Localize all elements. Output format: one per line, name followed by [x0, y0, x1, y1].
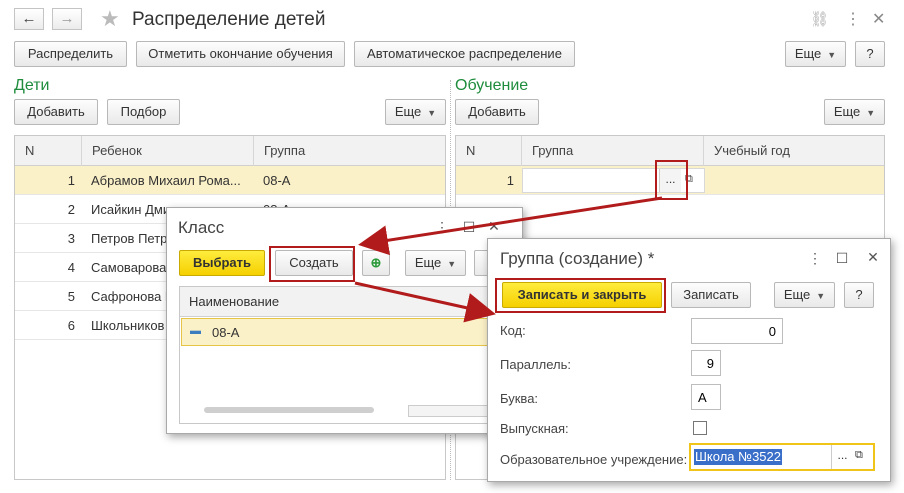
arrow-to-save-close [354, 281, 496, 323]
annotation-arrows [354, 196, 663, 323]
arrow-to-create [358, 196, 663, 256]
